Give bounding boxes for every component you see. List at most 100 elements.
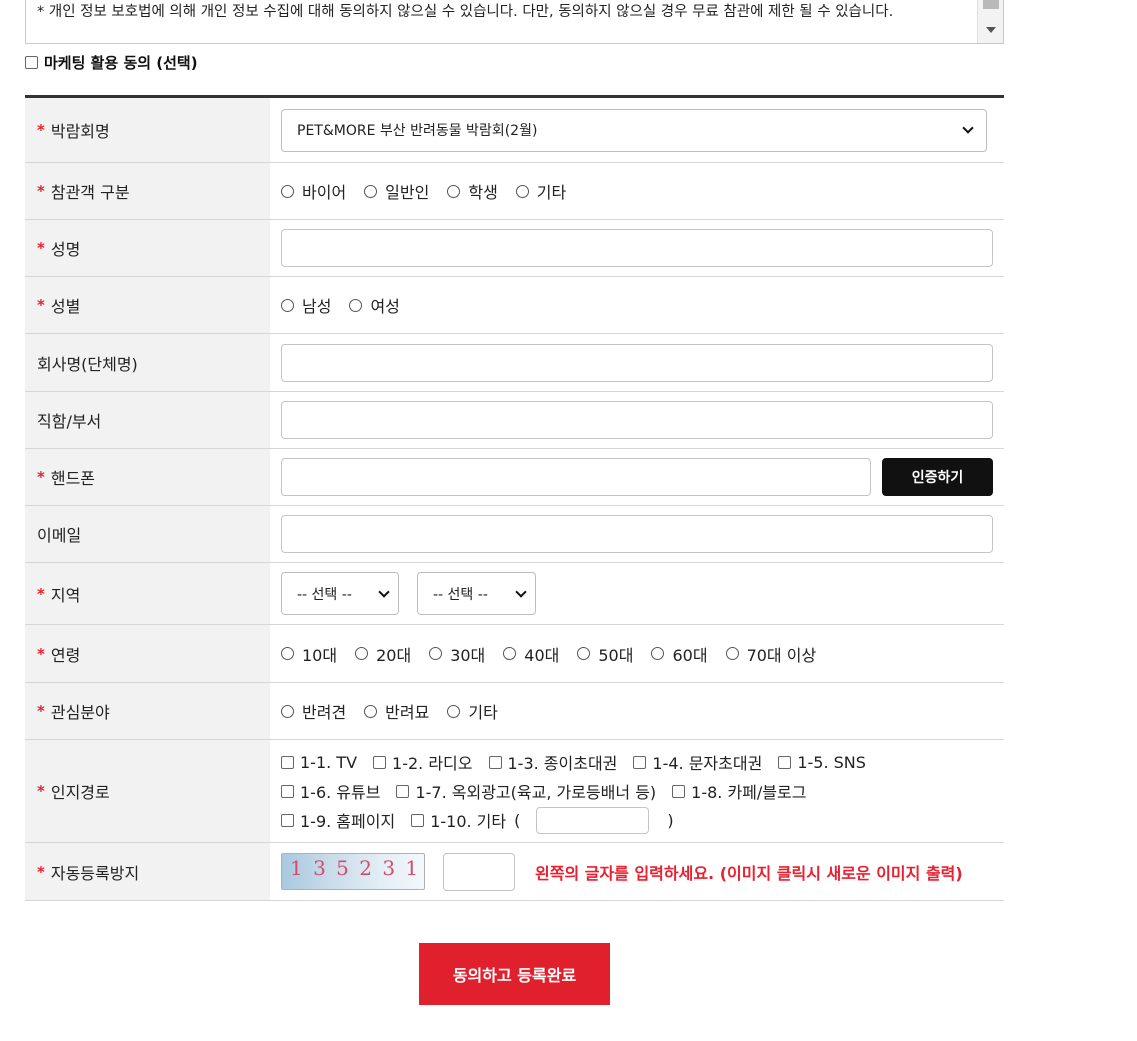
label-company: 회사명(단체명) bbox=[25, 334, 270, 391]
radio-button[interactable] bbox=[281, 647, 294, 660]
checkbox[interactable] bbox=[633, 755, 647, 769]
interest-option-cat[interactable]: 반려묘 bbox=[364, 699, 429, 723]
radio-button[interactable] bbox=[281, 298, 294, 312]
label-name: * 성명 bbox=[25, 220, 270, 276]
path-other-input[interactable] bbox=[536, 806, 650, 834]
marketing-consent[interactable]: 마케팅 활용 동의 (선택) bbox=[25, 52, 198, 72]
row-interest: * 관심분야 반려견 반려묘 기타 bbox=[25, 683, 1004, 740]
age-option[interactable]: 40대 bbox=[503, 642, 559, 666]
radio-button[interactable] bbox=[355, 647, 369, 660]
path-option-other[interactable]: 1-10. 기타 bbox=[411, 808, 506, 832]
radio-button[interactable] bbox=[447, 704, 461, 718]
expo-select[interactable]: PET&MORE 부산 반려동물 박람회(2월) bbox=[281, 108, 987, 152]
row-name: * 성명 bbox=[25, 220, 1004, 277]
path-option[interactable]: 1-8. 카페/블로그 bbox=[672, 779, 806, 803]
radio-button[interactable] bbox=[429, 647, 443, 660]
radio-button[interactable] bbox=[515, 184, 529, 198]
radio-button[interactable] bbox=[364, 704, 378, 718]
path-line-1: 1-1. TV 1-2. 라디오 1-3. 종이초대권 1-4. 문자초대권 1… bbox=[281, 748, 882, 777]
radio-button[interactable] bbox=[447, 184, 461, 198]
cell-region: -- 선택 -- -- 선택 -- bbox=[270, 563, 1004, 624]
label-visitor-type: * 참관객 구분 bbox=[25, 163, 270, 219]
visitor-type-option-other[interactable]: 기타 bbox=[515, 179, 566, 203]
agree-and-register-button[interactable]: 동의하고 등록완료 bbox=[419, 943, 610, 1005]
interest-radio-group: 반려견 반려묘 기타 bbox=[281, 699, 516, 723]
visitor-type-option-student[interactable]: 학생 bbox=[447, 179, 498, 203]
cell-gender: 남성 여성 bbox=[270, 277, 1004, 333]
radio-button[interactable] bbox=[503, 647, 517, 660]
checkbox[interactable] bbox=[411, 813, 425, 827]
age-option[interactable]: 70대 이상 bbox=[725, 642, 816, 666]
checkbox[interactable] bbox=[373, 755, 387, 769]
radio-button[interactable] bbox=[577, 647, 591, 660]
company-input[interactable] bbox=[281, 343, 993, 382]
scrollbar-thumb[interactable] bbox=[983, 0, 999, 9]
age-option[interactable]: 30대 bbox=[429, 642, 485, 666]
row-visitor-type: * 참관객 구분 바이어 일반인 학생 기타 bbox=[25, 163, 1004, 220]
required-star-icon: * bbox=[37, 182, 45, 200]
checkbox[interactable] bbox=[281, 755, 294, 769]
path-line-2: 1-6. 유튜브 1-7. 옥외광고(육교, 가로등배너 등) 1-8. 카페/… bbox=[281, 777, 822, 806]
notice-scrollbar[interactable] bbox=[977, 0, 1003, 43]
verify-button[interactable]: 인증하기 bbox=[882, 458, 993, 496]
row-company: 회사명(단체명) bbox=[25, 334, 1004, 392]
age-option[interactable]: 50대 bbox=[577, 642, 633, 666]
checkbox[interactable] bbox=[488, 755, 502, 769]
gender-option-male[interactable]: 남성 bbox=[281, 293, 331, 317]
privacy-notice-text: * 개인 정보 보호법에 의해 개인 정보 수집에 대해 동의하지 않으실 수 … bbox=[37, 4, 894, 20]
email-input[interactable] bbox=[281, 515, 993, 553]
path-option[interactable]: 1-1. TV bbox=[281, 753, 357, 772]
label-email: 이메일 bbox=[25, 506, 270, 562]
label-age: * 연령 bbox=[25, 625, 270, 682]
path-option[interactable]: 1-2. 라디오 bbox=[373, 750, 473, 774]
path-option[interactable]: 1-9. 홈페이지 bbox=[281, 808, 395, 832]
radio-button[interactable] bbox=[349, 298, 363, 312]
required-star-icon: * bbox=[37, 468, 45, 486]
age-option[interactable]: 20대 bbox=[355, 642, 411, 666]
visitor-type-option-general[interactable]: 일반인 bbox=[364, 179, 429, 203]
path-option[interactable]: 1-3. 종이초대권 bbox=[488, 750, 617, 774]
radio-button[interactable] bbox=[281, 184, 294, 198]
region-select-1[interactable]: -- 선택 -- bbox=[281, 572, 399, 615]
cell-captcha: 1 3 5 2 3 1 왼쪽의 글자를 입력하세요. (이미지 클릭시 새로운 … bbox=[270, 843, 1004, 900]
path-option[interactable]: 1-5. SNS bbox=[778, 753, 866, 772]
interest-option-dog[interactable]: 반려견 bbox=[281, 699, 346, 723]
captcha-input[interactable] bbox=[443, 852, 515, 891]
required-star-icon: * bbox=[37, 862, 45, 881]
radio-button[interactable] bbox=[281, 704, 294, 718]
cell-email bbox=[270, 506, 1004, 562]
checkbox[interactable] bbox=[396, 784, 410, 798]
checkbox[interactable] bbox=[281, 813, 294, 827]
checkbox[interactable] bbox=[672, 784, 686, 798]
position-input[interactable] bbox=[281, 401, 993, 439]
checkbox[interactable] bbox=[281, 784, 294, 798]
chevron-down-icon bbox=[962, 122, 974, 134]
required-star-icon: * bbox=[37, 702, 45, 720]
checkbox[interactable] bbox=[778, 755, 792, 769]
path-option[interactable]: 1-4. 문자초대권 bbox=[633, 750, 762, 774]
visitor-type-radio-group: 바이어 일반인 학생 기타 bbox=[281, 179, 584, 203]
radio-button[interactable] bbox=[725, 647, 739, 660]
gender-option-female[interactable]: 여성 bbox=[349, 293, 400, 317]
marketing-consent-checkbox[interactable] bbox=[25, 55, 38, 69]
phone-input[interactable] bbox=[281, 458, 871, 496]
scroll-down-arrow-icon[interactable] bbox=[986, 27, 996, 33]
required-star-icon: * bbox=[37, 239, 45, 257]
required-star-icon: * bbox=[37, 782, 45, 800]
path-option[interactable]: 1-6. 유튜브 bbox=[281, 779, 380, 803]
name-input[interactable] bbox=[281, 229, 993, 267]
captcha-image[interactable]: 1 3 5 2 3 1 bbox=[281, 853, 425, 890]
path-option[interactable]: 1-7. 옥외광고(육교, 가로등배너 등) bbox=[396, 779, 656, 803]
age-option[interactable]: 60대 bbox=[651, 642, 708, 666]
expo-selected-value: PET&MORE 부산 반려동물 박람회(2월) bbox=[297, 123, 538, 139]
cell-name bbox=[270, 220, 1004, 276]
radio-button[interactable] bbox=[651, 647, 665, 660]
label-phone: * 핸드폰 bbox=[25, 449, 270, 505]
radio-button[interactable] bbox=[364, 184, 378, 198]
interest-option-other[interactable]: 기타 bbox=[447, 699, 498, 723]
age-option[interactable]: 10대 bbox=[281, 642, 337, 666]
region-select-2[interactable]: -- 선택 -- bbox=[417, 572, 536, 615]
visitor-type-option-buyer[interactable]: 바이어 bbox=[281, 179, 346, 203]
privacy-notice-box[interactable]: * 개인 정보 보호법에 의해 개인 정보 수집에 대해 동의하지 않으실 수 … bbox=[25, 0, 1004, 44]
row-position: 직함/부서 bbox=[25, 392, 1004, 449]
